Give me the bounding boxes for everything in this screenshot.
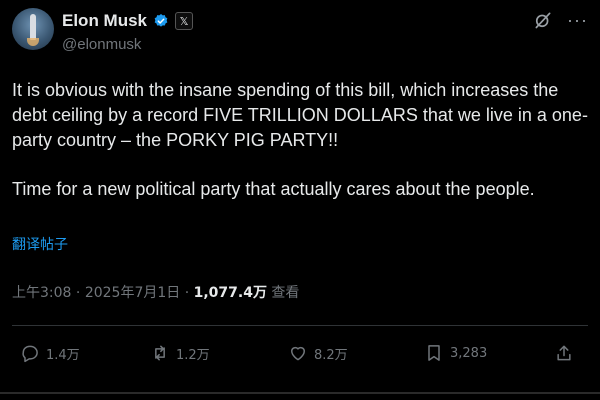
share-button[interactable] <box>554 343 574 363</box>
action-bar: 1.4万 1.2万 8.2万 3,283 <box>12 343 580 371</box>
meta-separator: · <box>184 285 190 301</box>
name-row: Elon Musk 𝕏 <box>62 11 194 31</box>
post-paragraph-2: Time for a new political party that actu… <box>12 179 535 199</box>
avatar[interactable] <box>12 8 54 50</box>
meta-separator: · <box>75 285 81 301</box>
like-count: 8.2万 <box>314 347 348 363</box>
rocket-graphic <box>30 14 36 40</box>
repost-button[interactable]: 1.2万 <box>150 343 210 363</box>
view-count: 1,077.4万 <box>193 285 267 301</box>
display-name[interactable]: Elon Musk <box>62 11 147 31</box>
like-icon <box>291 346 305 361</box>
bookmark-icon <box>428 345 440 361</box>
more-icon[interactable]: ··· <box>567 10 588 30</box>
reply-count: 1.4万 <box>46 347 80 363</box>
post-header: Elon Musk 𝕏 @elonmusk ··· <box>12 8 588 58</box>
bookmark-button[interactable]: 3,283 <box>424 343 487 363</box>
translate-link[interactable]: 翻译帖子 <box>12 234 68 254</box>
post-text: It is obvious with the insane spending o… <box>12 78 590 202</box>
divider <box>12 325 588 326</box>
like-button[interactable]: 8.2万 <box>288 343 348 363</box>
grok-icon[interactable] <box>533 10 553 30</box>
handle[interactable]: @elonmusk <box>62 36 141 53</box>
reply-icon <box>22 345 38 363</box>
reply-button[interactable]: 1.4万 <box>20 343 80 363</box>
x-affiliation-icon: 𝕏 <box>175 12 194 30</box>
post-date[interactable]: 2025年7月1日 <box>85 285 180 301</box>
post-paragraph-1: It is obvious with the insane spending o… <box>12 80 588 150</box>
bottom-border <box>0 392 600 394</box>
share-icon <box>557 345 571 361</box>
repost-count: 1.2万 <box>176 347 210 363</box>
flame-graphic <box>27 38 39 46</box>
post-time[interactable]: 上午3:08 <box>12 285 71 301</box>
verified-badge-icon <box>154 14 168 27</box>
bookmark-count: 3,283 <box>450 345 488 361</box>
views-label: 查看 <box>271 285 300 301</box>
post-meta: 上午3:08 · 2025年7月1日 · 1,077.4万 查看 <box>12 282 299 302</box>
repost-icon <box>155 345 165 361</box>
top-actions: ··· <box>533 10 588 30</box>
